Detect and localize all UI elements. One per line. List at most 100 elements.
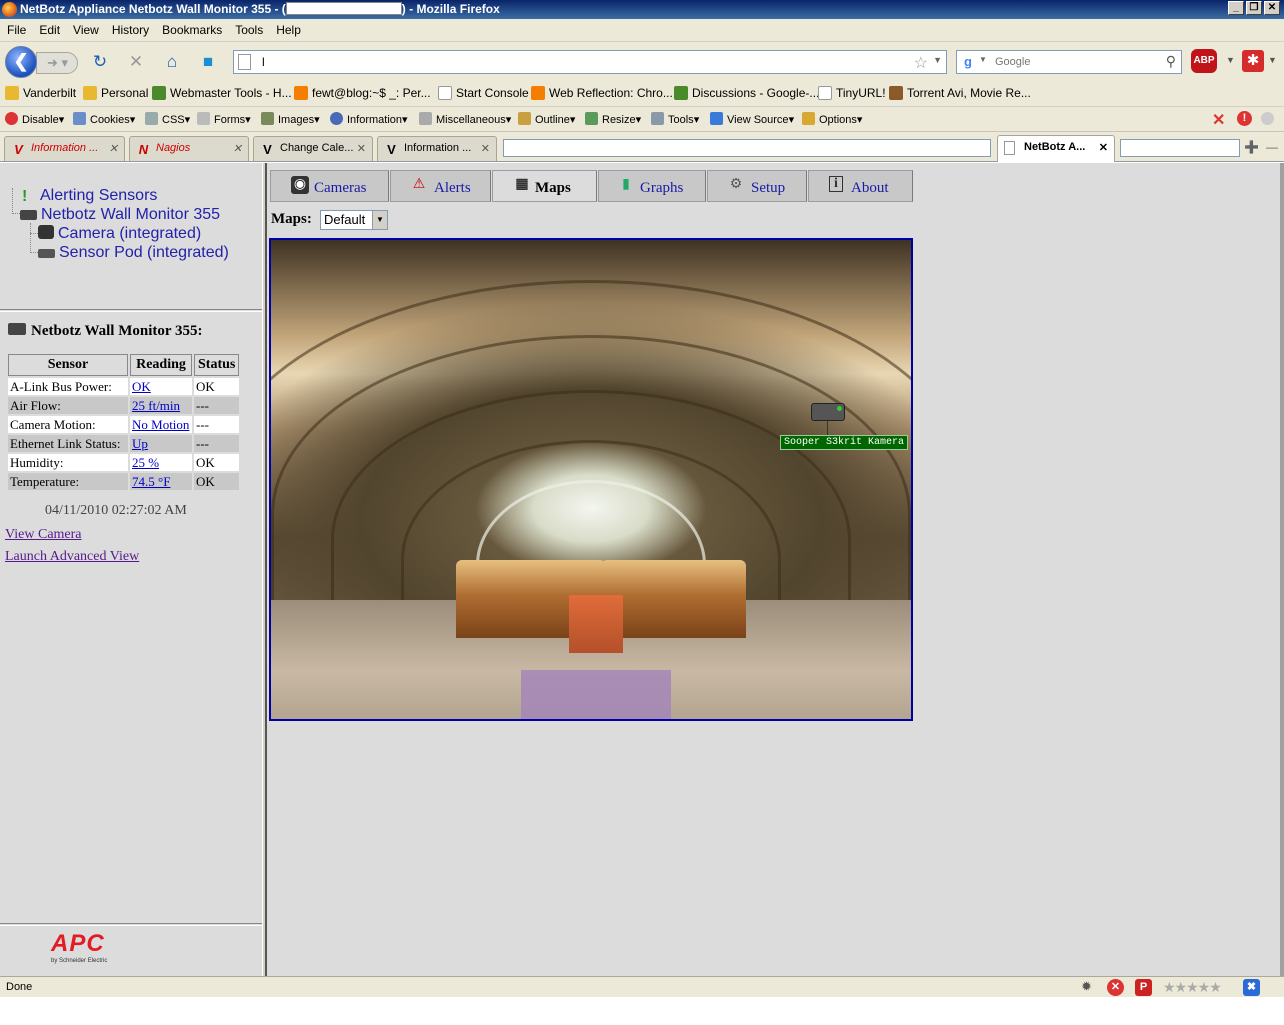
- list-tabs-icon[interactable]: —: [1266, 140, 1278, 154]
- tab-information-1[interactable]: V Information ... ✕: [4, 136, 125, 161]
- tab-change-calendar[interactable]: V Change Cale... ✕: [253, 136, 373, 161]
- alert-icon: ⚠: [412, 177, 426, 192]
- tab-close-icon[interactable]: ✕: [1099, 141, 1108, 154]
- stop-icon[interactable]: ✕: [124, 51, 148, 73]
- reload-icon[interactable]: ↻: [88, 51, 112, 73]
- sensor-reading-link[interactable]: 25 ft/min: [132, 398, 180, 413]
- back-button[interactable]: ❮: [5, 46, 37, 78]
- chevron-down-icon[interactable]: ▼: [372, 211, 387, 229]
- map-sensor-label[interactable]: Sooper S3krit Kamera: [780, 435, 909, 450]
- sensor-reading-link[interactable]: 74.5 °F: [132, 474, 170, 489]
- tab-close-icon[interactable]: ✕: [233, 142, 242, 155]
- maximize-button[interactable]: ❐: [1246, 1, 1262, 15]
- web-developer-toolbar: Disable▾ Cookies▾ CSS▾ Forms▾ Images▾ In…: [0, 107, 1284, 132]
- tab-close-icon[interactable]: ✕: [109, 142, 118, 155]
- bug-icon[interactable]: ✹: [1078, 979, 1095, 996]
- sensor-reading-link[interactable]: No Motion: [132, 417, 189, 432]
- dev-close-icon[interactable]: ✕: [1212, 110, 1225, 130]
- sensor-reading-link[interactable]: Up: [132, 436, 148, 451]
- bookmark-fewt-blog[interactable]: fewt@blog:~$ _: Per...: [294, 86, 431, 100]
- tab-close-icon[interactable]: ✕: [357, 142, 366, 155]
- dev-resize[interactable]: Resize▾: [585, 112, 641, 126]
- browser-tab-bar: V Information ... ✕ N Nagios ✕ V Change Cale.…: [0, 132, 1284, 162]
- bookmark-star-icon[interactable]: ☆: [914, 53, 928, 73]
- addon-dropdown-icon[interactable]: ▼: [1268, 55, 1277, 65]
- menu-history[interactable]: History: [105, 19, 155, 37]
- menu-file[interactable]: File: [0, 19, 32, 37]
- tab-graphs[interactable]: ▮ Graphs: [598, 170, 706, 202]
- bookmark-start-console[interactable]: Start Console: [438, 86, 529, 100]
- tab-cameras[interactable]: ◉ Cameras: [270, 170, 389, 202]
- dev-tools[interactable]: Tools▾: [651, 112, 699, 126]
- sensor-reading-link[interactable]: OK: [132, 379, 151, 394]
- bookmark-torrent[interactable]: Torrent Avi, Movie Re...: [889, 86, 1031, 100]
- dev-cookies[interactable]: Cookies▾: [73, 112, 135, 126]
- bookmark-vanderbilt[interactable]: Vanderbilt: [5, 86, 76, 100]
- bookmark-webmaster-tools[interactable]: Webmaster Tools - H...: [152, 86, 292, 100]
- dev-options[interactable]: Options▾: [802, 112, 862, 126]
- sensor-name: Camera Motion:: [8, 416, 128, 433]
- forward-button[interactable]: ➜ ▾: [36, 52, 78, 74]
- bookmark-discussions[interactable]: Discussions - Google-...: [674, 86, 819, 100]
- rating-stars[interactable]: ★★★★★: [1163, 979, 1222, 996]
- dev-css[interactable]: CSS▾: [145, 112, 190, 126]
- close-window-button[interactable]: ✕: [1264, 1, 1280, 15]
- dev-disable[interactable]: Disable▾: [5, 112, 64, 126]
- tab-maps[interactable]: ▦ Maps: [492, 170, 597, 202]
- pdf-icon[interactable]: P: [1135, 979, 1152, 996]
- sidebar-toggle-icon[interactable]: ■: [196, 51, 220, 73]
- bookmark-web-reflection[interactable]: Web Reflection: Chro...: [531, 86, 673, 100]
- addon-status-icon[interactable]: ✖: [1243, 979, 1260, 996]
- home-icon[interactable]: ⌂: [160, 51, 184, 73]
- sensor-reading-link[interactable]: 25 %: [132, 455, 159, 470]
- map-sensor-marker[interactable]: [811, 403, 845, 421]
- menu-edit[interactable]: Edit: [32, 19, 66, 37]
- menu-bookmarks[interactable]: Bookmarks: [155, 19, 228, 37]
- tree-camera[interactable]: Camera (integrated): [38, 225, 201, 243]
- status-circle-icon: [1261, 112, 1274, 125]
- dev-information[interactable]: Information▾: [330, 112, 408, 126]
- scrollbar[interactable]: [1280, 163, 1284, 976]
- adblock-plus-icon[interactable]: ABP: [1191, 49, 1217, 73]
- tab-alerts[interactable]: ⚠ Alerts: [390, 170, 491, 202]
- url-dropdown-icon[interactable]: ▼: [933, 55, 942, 65]
- bookmark-personal[interactable]: Personal: [83, 86, 148, 100]
- abp-dropdown-icon[interactable]: ▼: [1226, 55, 1235, 65]
- view-camera-link[interactable]: View Camera: [5, 527, 82, 543]
- menu-view[interactable]: View: [66, 19, 105, 37]
- error-icon[interactable]: ✕: [1107, 979, 1124, 996]
- google-search-icon[interactable]: g: [960, 54, 976, 70]
- search-placeholder[interactable]: Google: [995, 56, 1030, 68]
- launch-advanced-view-link[interactable]: Launch Advanced View: [5, 549, 139, 565]
- tab-close-icon[interactable]: ✕: [481, 142, 490, 155]
- pane-splitter[interactable]: [262, 163, 267, 976]
- search-magnifier-icon[interactable]: ⚲: [1166, 53, 1176, 70]
- tab-setup[interactable]: ⚙ Setup: [707, 170, 807, 202]
- maps-select[interactable]: Default ▼: [320, 210, 388, 230]
- status-text: Done: [6, 981, 33, 993]
- new-tab-icon[interactable]: ➕: [1244, 140, 1259, 154]
- dev-outline[interactable]: Outline▾: [518, 112, 575, 126]
- dev-images[interactable]: Images▾: [261, 112, 320, 126]
- tree-netbotz-device[interactable]: Netbotz Wall Monitor 355: [20, 206, 220, 224]
- search-bar[interactable]: g ▼ Google ⚲: [956, 50, 1182, 74]
- tree-alerting-sensors[interactable]: ! Alerting Sensors: [22, 187, 157, 205]
- dev-view-source[interactable]: View Source▾: [710, 112, 794, 126]
- tree-sensor-pod[interactable]: Sensor Pod (integrated): [38, 244, 229, 262]
- menu-tools[interactable]: Tools: [228, 19, 269, 37]
- dev-forms[interactable]: Forms▾: [197, 112, 251, 126]
- addon-icon[interactable]: ✱: [1242, 50, 1264, 72]
- dev-miscellaneous[interactable]: Miscellaneous▾: [419, 112, 511, 126]
- tab-netbotz[interactable]: NetBotz A... ✕: [997, 135, 1115, 162]
- search-engine-dropdown-icon[interactable]: ▼: [979, 55, 987, 64]
- url-bar[interactable]: l ☆ ▼: [233, 50, 947, 74]
- tab-nagios[interactable]: N Nagios ✕: [129, 136, 249, 161]
- menu-help[interactable]: Help: [269, 19, 307, 37]
- url-text[interactable]: l: [262, 55, 265, 69]
- tab-about[interactable]: i About: [808, 170, 913, 202]
- bookmark-tinyurl[interactable]: TinyURL!: [818, 86, 886, 100]
- error-icon[interactable]: !: [1237, 111, 1252, 126]
- device-icon: [20, 210, 37, 220]
- tab-information-2[interactable]: V Information ... ✕: [377, 136, 497, 161]
- minimize-button[interactable]: _: [1228, 1, 1244, 15]
